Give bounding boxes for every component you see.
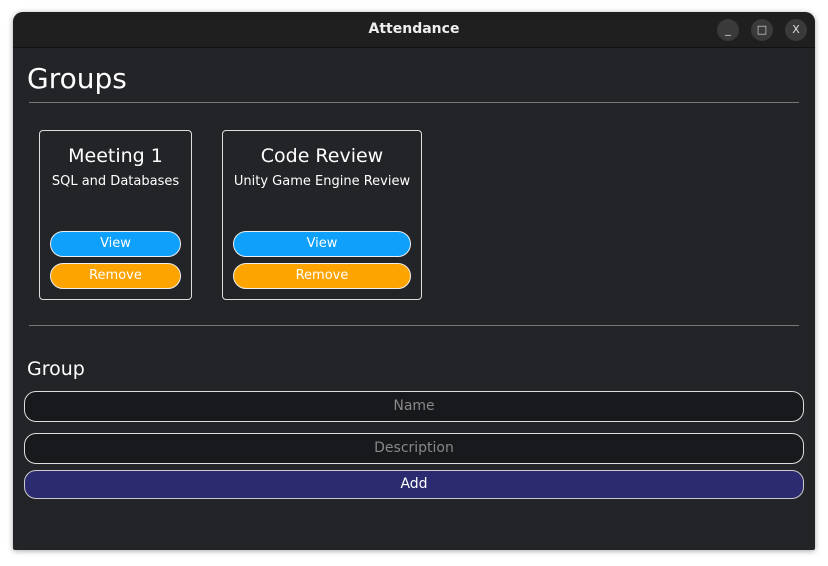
group-name: Meeting 1 [68,145,163,167]
add-button[interactable]: Add [24,470,804,499]
remove-button[interactable]: Remove [50,263,181,289]
group-card: Meeting 1 SQL and Databases View Remove [39,130,192,300]
page-title: Groups [27,62,127,95]
maximize-button[interactable]: □ [751,19,773,41]
description-input[interactable]: Description [24,433,804,464]
divider [29,102,799,103]
view-button[interactable]: View [50,231,181,257]
minimize-button[interactable]: _ [717,19,739,41]
close-button[interactable]: X [785,19,807,41]
form-heading: Group [27,358,85,380]
group-name: Code Review [260,145,384,167]
view-button[interactable]: View [233,231,411,257]
divider [29,325,799,326]
window-title: Attendance [368,21,460,37]
name-input[interactable]: Name [24,391,804,422]
group-description: SQL and Databases [51,174,180,189]
title-bar: Attendance _ □ X [13,12,815,48]
group-description: Unity Game Engine Review [233,174,411,189]
group-card: Code Review Unity Game Engine Review Vie… [222,130,422,300]
app-window: Attendance _ □ X Groups Meeting 1 SQL an… [13,12,815,550]
remove-button[interactable]: Remove [233,263,411,289]
